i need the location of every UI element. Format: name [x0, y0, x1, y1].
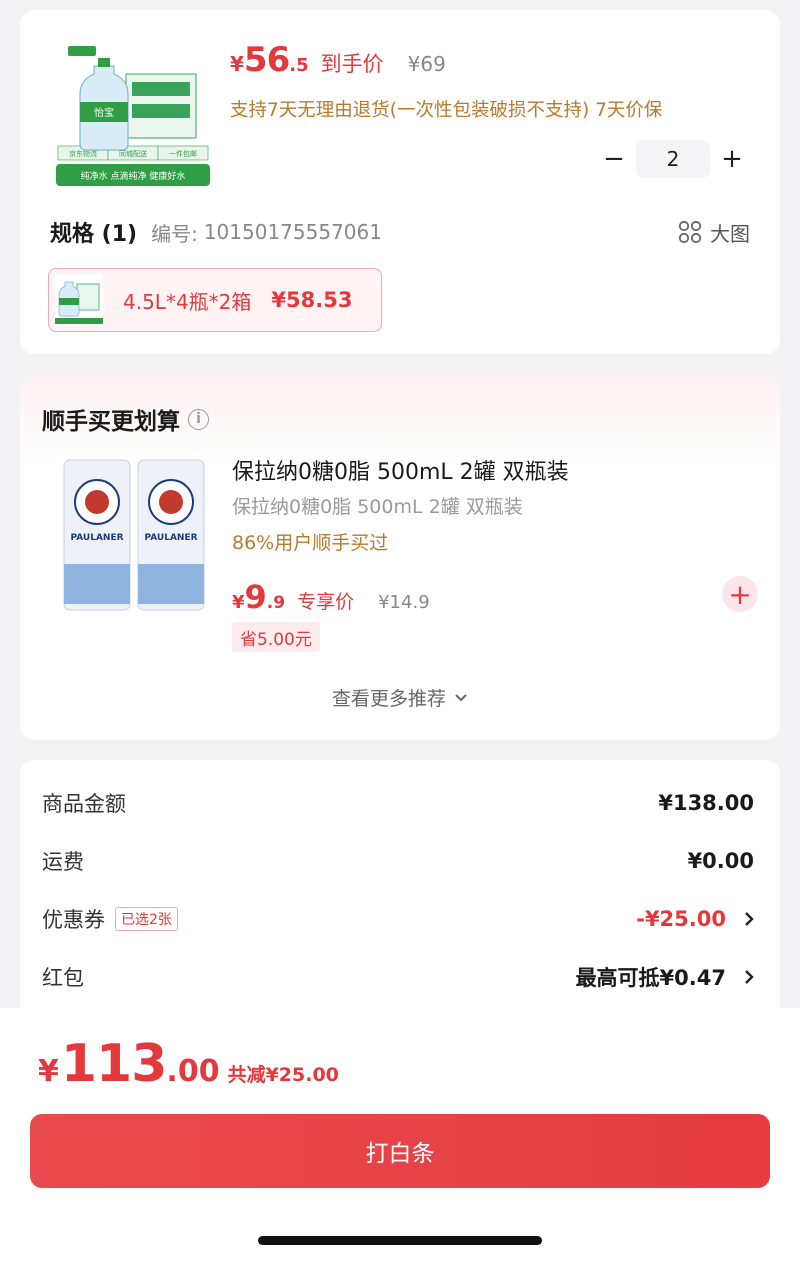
coupon-selected-badge: 已选2张: [115, 907, 178, 931]
spec-code-label: 编号:: [151, 221, 198, 246]
price-symbol: ¥: [230, 52, 244, 76]
red-packet-row[interactable]: 红包 最高可抵¥0.47: [42, 960, 754, 994]
quantity-value[interactable]: 2: [636, 140, 710, 178]
chevron-right-icon: [745, 970, 754, 984]
big-image-label: 大图: [710, 221, 750, 246]
price-line: ¥ 56 .5 到手价 ¥69: [230, 40, 446, 80]
decrement-button[interactable]: −: [596, 141, 632, 177]
product-image-slogan: 纯净水 点滴纯净 健康好水: [81, 170, 186, 182]
add-to-cart-button[interactable]: +: [722, 576, 758, 612]
coupon-label-group: 优惠券 已选2张: [42, 904, 178, 934]
recommend-title-text: 顺手买更划算: [42, 409, 180, 435]
original-price: ¥69: [407, 52, 446, 76]
chevron-right-icon: [745, 912, 754, 926]
view-more-link[interactable]: 查看更多推荐: [20, 684, 780, 711]
info-icon[interactable]: i: [188, 408, 209, 430]
price-decimal: .5: [289, 55, 309, 76]
badge-3: 一件包邮: [169, 149, 197, 158]
recommend-price-tag: 专享价: [297, 591, 355, 613]
goods-amount-label: 商品金额: [42, 792, 126, 816]
recommend-product-subtitle: 保拉纳0糖0脂 500mL 2罐 双瓶装: [232, 496, 523, 518]
total-price: ¥ 113 .00 共减¥25.00: [38, 1034, 339, 1094]
recommend-price-line: ¥ 9 .9 专享价 ¥14.9: [232, 578, 430, 616]
total-decimal: .00: [166, 1054, 220, 1089]
recommend-price-decimal: .9: [266, 593, 286, 613]
total-integer: 113: [60, 1034, 168, 1094]
spec-title: 规格 (1): [50, 222, 138, 247]
spec-option-selected[interactable]: 4.5L*4瓶*2箱 ¥58.53: [48, 268, 382, 332]
red-packet-value-group: 最高可抵¥0.47: [576, 962, 754, 992]
pay-button[interactable]: 打白条: [30, 1114, 770, 1188]
recommend-title: 顺手买更划算 i: [42, 402, 209, 436]
recommend-original-price: ¥14.9: [378, 592, 430, 613]
shipping-value: ¥0.00: [687, 849, 754, 873]
checkout-bar: ¥ 113 .00 共减¥25.00 打白条: [0, 1008, 800, 1264]
price-tag: 到手价: [320, 52, 384, 76]
can-label-1: PAULANER: [70, 533, 123, 543]
spec-option-price: ¥58.53: [271, 288, 353, 312]
chevron-down-icon: [455, 693, 467, 701]
big-image-button[interactable]: 大图: [678, 218, 750, 247]
recommend-price-integer: 9: [244, 578, 267, 616]
order-summary-card: 商品金额 ¥138.00 运费 ¥0.00 优惠券 已选2张 -¥25.00 红…: [20, 760, 780, 1020]
grid-icon: [678, 220, 702, 244]
shipping-row: 运费 ¥0.00: [42, 844, 754, 878]
coupon-row[interactable]: 优惠券 已选2张 -¥25.00: [42, 902, 754, 936]
can-label-2: PAULANER: [144, 533, 197, 543]
recommend-save-badge: 省5.00元: [232, 622, 320, 652]
coupon-label: 优惠券: [42, 908, 105, 932]
red-packet-value: 最高可抵¥0.47: [575, 966, 726, 990]
price-integer: 56: [243, 40, 290, 80]
product-image[interactable]: 纯净水 点滴纯净 健康好水 京东物流 同城配送 一件包邮 怡宝: [56, 46, 210, 192]
home-indicator[interactable]: [258, 1236, 542, 1245]
quantity-stepper: − 2 +: [596, 140, 750, 178]
recommend-product-name[interactable]: 保拉纳0糖0脂 500mL 2罐 双瓶装: [232, 454, 569, 486]
spec-option-thumbnail: [55, 274, 103, 326]
recommend-bought-rate: 86%用户顺手买过: [232, 532, 389, 554]
recommend-product-image[interactable]: PAULANER PAULANER: [56, 454, 212, 614]
spec-option-label: 4.5L*4瓶*2箱: [123, 289, 252, 314]
coupon-value-group: -¥25.00: [636, 907, 754, 931]
increment-button[interactable]: +: [714, 141, 750, 177]
view-more-label: 查看更多推荐: [331, 688, 446, 710]
goods-amount-value: ¥138.00: [658, 791, 754, 815]
coupon-value: -¥25.00: [636, 907, 726, 931]
spec-code: 10150175557061: [203, 220, 382, 244]
red-packet-label: 红包: [42, 966, 84, 990]
recommend-price-symbol: ¥: [232, 592, 245, 613]
service-promise: 支持7天无理由退货(一次性包装破损不支持) 7天价保: [230, 100, 663, 121]
total-saved: 共减¥25.00: [227, 1064, 339, 1086]
goods-amount-row: 商品金额 ¥138.00: [42, 786, 754, 820]
recommend-card: 顺手买更划算 i PAULANER PAULANER 保拉纳0糖0脂 500mL…: [20, 374, 780, 740]
product-card: 纯净水 点滴纯净 健康好水 京东物流 同城配送 一件包邮 怡宝 ¥ 56 .5 …: [20, 10, 780, 354]
shipping-label: 运费: [42, 850, 84, 874]
product-image-brand: 怡宝: [94, 106, 114, 119]
total-symbol: ¥: [38, 1054, 59, 1089]
spec-row: 规格 (1) 编号: 10150175557061 大图: [50, 216, 750, 248]
